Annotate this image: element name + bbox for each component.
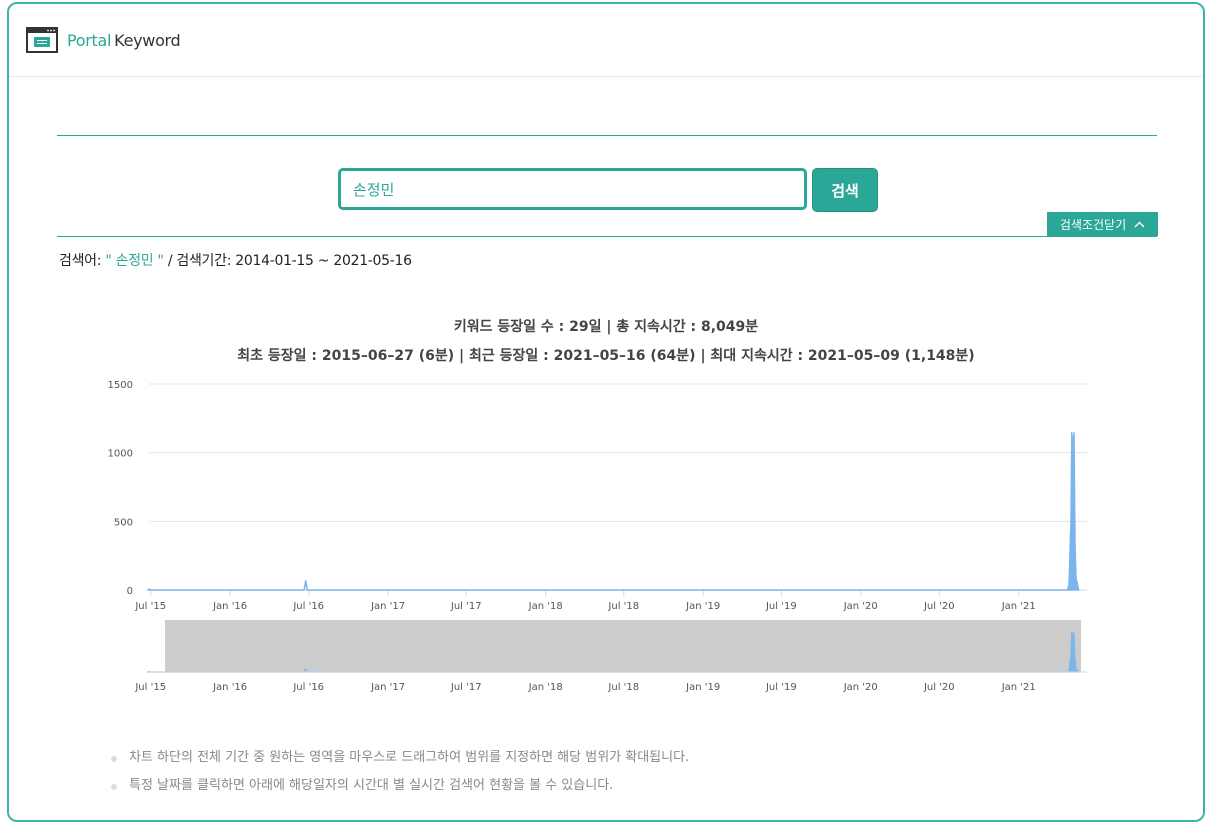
header: PortalKeyword: [9, 4, 1203, 77]
navigator-tick-label: Jul '16: [292, 682, 324, 693]
navigator-tick-label: Jan '21: [1001, 682, 1036, 693]
search-conditions: 검색어: " 손정민 " / 검색기간: 2014-01-15 ~ 2021-0…: [59, 250, 412, 270]
x-tick-label: Jul '15: [134, 601, 166, 612]
browser-window-icon: [26, 27, 58, 53]
keyword-value: " 손정민 ": [105, 253, 163, 269]
navigator-tick-label: Jul '15: [134, 682, 166, 693]
series-line: [148, 432, 1079, 590]
chevron-up-icon: [1134, 221, 1145, 228]
y-tick-label: 500: [114, 517, 133, 528]
x-tick-label: Jan '20: [843, 601, 878, 612]
divider-top: [57, 135, 1157, 136]
brand-part-portal: Portal: [67, 31, 111, 50]
navigator-mask: [165, 620, 1081, 672]
x-tick-label: Jul '20: [923, 601, 955, 612]
stats-line-2: 최초 등장일 : 2015–06–27 (6분) | 최근 등장일 : 2021…: [9, 345, 1203, 365]
usage-notes: 차트 하단의 전체 기간 중 원하는 영역을 마우스로 드래그하여 범위를 지정…: [109, 749, 689, 805]
x-tick-label: Jul '19: [765, 601, 797, 612]
y-tick-label: 1000: [108, 449, 133, 460]
stats-line-1: 키워드 등장일 수 : 29일 | 총 지속시간 : 8,049분: [9, 316, 1203, 336]
toggle-search-conditions-button[interactable]: 검색조건닫기: [1047, 212, 1158, 236]
note-item: 특정 날짜를 클릭하면 아래에 해당일자의 시간대 별 실시간 검색어 현황을 …: [109, 777, 689, 805]
navigator-tick-label: Jul '18: [607, 682, 639, 693]
x-tick-label: Jan '16: [212, 601, 247, 612]
brand-title[interactable]: PortalKeyword: [67, 31, 180, 50]
keyword-label: 검색어:: [59, 253, 101, 269]
keyword-timeline-chart[interactable]: 0 500 1000 1500 Jul '15 Jan '16 Jul '16 Jan '17…: [9, 364, 1199, 704]
x-tick-label: Jan '19: [685, 601, 720, 612]
note-item: 차트 하단의 전체 기간 중 원하는 영역을 마우스로 드래그하여 범위를 지정…: [109, 749, 689, 777]
navigator-tick-label: Jul '19: [765, 682, 797, 693]
brand-part-keyword: Keyword: [114, 31, 180, 50]
divider-conditions: [57, 236, 1157, 237]
y-tick-label: 0: [127, 586, 133, 597]
app-frame: PortalKeyword 검색 검색조건닫기 검색어: " 손정민 " / 검…: [7, 2, 1205, 822]
navigator-tick-label: Jan '18: [528, 682, 563, 693]
navigator-tick-label: Jan '17: [370, 682, 405, 693]
navigator-tick-label: Jul '20: [923, 682, 955, 693]
period-label: / 검색기간:: [168, 253, 231, 269]
navigator-tick-label: Jan '16: [212, 682, 247, 693]
search-input[interactable]: [338, 168, 807, 210]
toggle-label: 검색조건닫기: [1060, 216, 1126, 233]
navigator-tick-label: Jan '20: [843, 682, 878, 693]
x-tick-label: Jan '17: [370, 601, 405, 612]
navigator-tick-label: Jan '19: [685, 682, 720, 693]
navigator-tick-label: Jul '17: [450, 682, 482, 693]
x-tick-label: Jul '16: [292, 601, 324, 612]
x-tick-label: Jan '21: [1001, 601, 1036, 612]
y-tick-label: 1500: [108, 380, 133, 391]
x-tick-label: Jul '17: [450, 601, 482, 612]
search-button[interactable]: 검색: [812, 168, 878, 212]
period-value: 2014-01-15 ~ 2021-05-16: [235, 253, 411, 269]
x-tick-label: Jan '18: [528, 601, 563, 612]
x-tick-label: Jul '18: [607, 601, 639, 612]
